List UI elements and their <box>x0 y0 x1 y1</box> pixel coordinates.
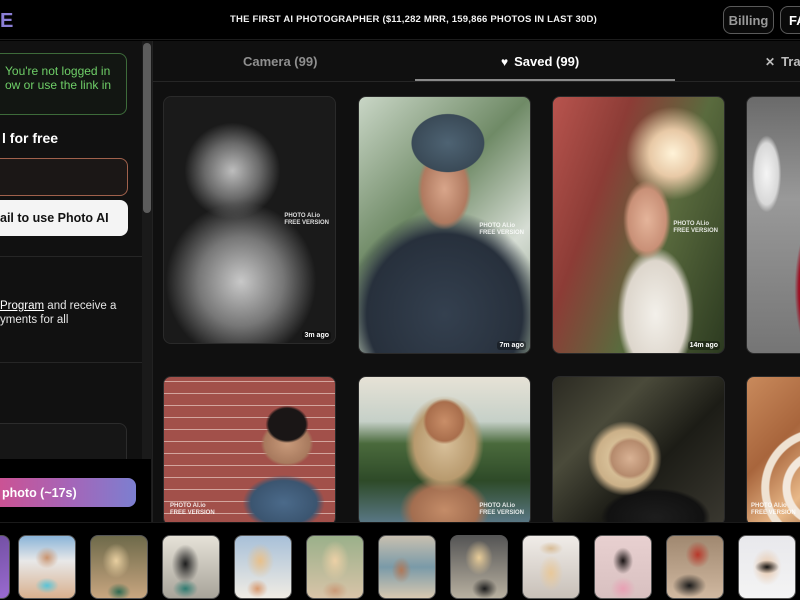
login-notice: You're not logged in ow or use the link … <box>0 53 127 115</box>
model-thumbnail[interactable] <box>234 535 292 599</box>
model-thumbnail[interactable] <box>0 535 10 599</box>
active-tab-indicator <box>415 79 675 81</box>
heart-icon: ♥ <box>501 54 509 69</box>
model-filmstrip <box>0 522 800 600</box>
main-panel: Camera (99) ♥ Saved (99) ✕ Tra PHOTO AI.… <box>152 41 800 522</box>
model-thumbnail[interactable] <box>378 535 436 599</box>
top-bar: E THE FIRST AI PHOTOGRAPHER ($11,282 MRR… <box>0 0 800 40</box>
watermark: PHOTO AI.io FREE VERSION <box>479 223 524 237</box>
divider <box>0 256 142 257</box>
watermark: PHOTO AI.io FREE VERSION <box>479 503 524 517</box>
tab-camera[interactable]: Camera (99) <box>243 41 317 82</box>
sidebar-scrollbar-thumb[interactable] <box>143 43 151 213</box>
affiliate-text-2: yments for all <box>0 314 69 326</box>
notice-line-1: You're not logged in <box>5 64 111 78</box>
model-thumbnail[interactable] <box>18 535 76 599</box>
affiliate-text-1: and receive a <box>44 300 117 312</box>
email-input[interactable] <box>0 158 128 196</box>
photo-timestamp: 14m ago <box>687 341 720 350</box>
tab-trash-label: Tra <box>781 54 800 69</box>
notice-line-2: ow or use the link in <box>5 78 112 92</box>
watermark-line: FREE VERSION <box>170 510 215 516</box>
model-thumbnail[interactable] <box>90 535 148 599</box>
tagline: THE FIRST AI PHOTOGRAPHER ($11,282 MRR, … <box>230 14 597 25</box>
watermark-line: FREE VERSION <box>284 220 329 226</box>
watermark: PHOTO AI.io FREE VERSION <box>673 221 718 235</box>
tab-trash[interactable]: ✕ Tra <box>765 41 800 82</box>
model-thumbnail[interactable] <box>306 535 364 599</box>
signup-title: l for free <box>2 130 59 146</box>
watermark-line: PHOTO AI.io <box>673 221 709 227</box>
photo-timestamp: 3m ago <box>302 331 331 340</box>
watermark: PHOTO AI.io FREE VERSION <box>751 503 796 517</box>
model-thumbnail[interactable] <box>450 535 508 599</box>
model-thumbnail[interactable] <box>522 535 580 599</box>
close-icon: ✕ <box>765 54 776 69</box>
photo-card[interactable]: PHOTO AI.io FREE VERSION 14m ago <box>552 96 725 354</box>
watermark-line: FREE VERSION <box>751 510 796 516</box>
photo-timestamp: 7m ago <box>497 341 526 350</box>
tab-saved[interactable]: ♥ Saved (99) <box>501 41 579 82</box>
watermark-line: PHOTO AI.io <box>284 213 320 219</box>
faq-button[interactable]: FAQ <box>780 6 800 34</box>
watermark: PHOTO AI.io FREE VERSION <box>170 503 215 517</box>
sidebar-panel[interactable] <box>0 423 127 459</box>
watermark-line: FREE VERSION <box>479 510 524 516</box>
photo-card[interactable] <box>552 376 725 522</box>
photo-card[interactable] <box>746 96 800 354</box>
model-thumbnail[interactable] <box>738 535 796 599</box>
tab-camera-label: Camera (99) <box>243 54 318 69</box>
model-thumbnail[interactable] <box>162 535 220 599</box>
photo-grid: PHOTO AI.io FREE VERSION 3m ago PHOTO AI.… <box>153 82 800 522</box>
watermark-line: PHOTO AI.io <box>479 503 515 509</box>
photo-card[interactable]: PHOTO AI.io FREE VERSION <box>358 376 531 522</box>
photo-card[interactable]: PHOTO AI.io FREE VERSION <box>746 376 800 522</box>
logo[interactable]: E <box>0 10 14 33</box>
photo-card[interactable]: PHOTO AI.io FREE VERSION 3m ago <box>163 96 336 344</box>
model-thumbnail[interactable] <box>666 535 724 599</box>
watermark-line: FREE VERSION <box>673 228 718 234</box>
sidebar: You're not logged in ow or use the link … <box>0 41 142 459</box>
model-thumbnail[interactable] <box>594 535 652 599</box>
tab-saved-label: Saved (99) <box>514 54 580 69</box>
affiliate-text: Program and receive a yments for all <box>0 299 142 327</box>
watermark-line: PHOTO AI.io <box>479 223 515 229</box>
watermark-line: FREE VERSION <box>479 230 524 236</box>
watermark-line: PHOTO AI.io <box>751 503 787 509</box>
tab-bar: Camera (99) ♥ Saved (99) ✕ Tra <box>153 41 800 82</box>
photo-card[interactable]: PHOTO AI.io FREE VERSION 7m ago <box>358 96 531 354</box>
billing-button[interactable]: Billing <box>723 6 774 34</box>
watermark-line: PHOTO AI.io <box>170 503 206 509</box>
watermark: PHOTO AI.io FREE VERSION <box>284 213 329 227</box>
photo-card[interactable]: PHOTO AI.io FREE VERSION <box>163 376 336 522</box>
affiliate-program-link[interactable]: Program <box>0 300 44 312</box>
take-photo-button[interactable]: photo (~17s) <box>0 478 136 507</box>
divider <box>0 362 142 363</box>
login-with-email-button[interactable]: ail to use Photo AI <box>0 200 128 236</box>
